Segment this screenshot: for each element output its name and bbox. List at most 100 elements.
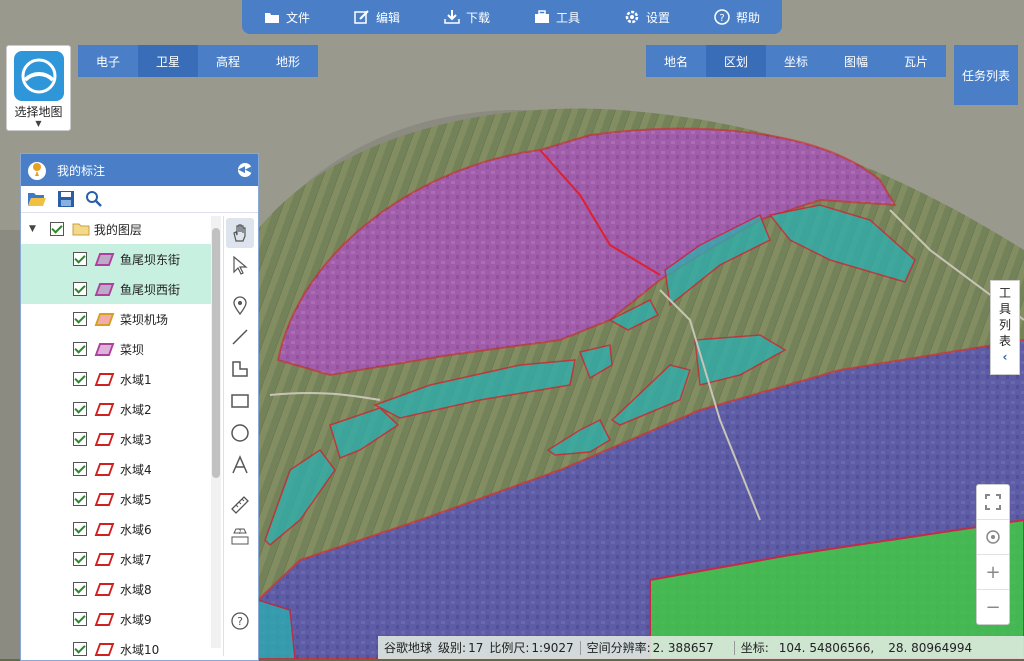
layer-checkbox[interactable] <box>73 492 87 506</box>
layer-checkbox[interactable] <box>73 372 87 386</box>
layer-checkbox[interactable] <box>73 252 87 266</box>
pointer-icon <box>233 255 248 275</box>
svg-text:?: ? <box>237 615 243 628</box>
tools-menu-button[interactable]: 工具 <box>528 9 586 26</box>
area-measure-icon: ? <box>231 528 249 545</box>
latitude-value: 28. 80964994 <box>888 640 973 655</box>
checkbox-root[interactable] <box>49 222 64 236</box>
tool-list-char-3: 列 <box>998 318 1011 332</box>
marker-globe-icon <box>28 162 46 180</box>
fullscreen-button[interactable] <box>977 485 1009 520</box>
tab-map-sheets[interactable]: 图幅 <box>826 45 886 77</box>
tool-list-char-1: 工 <box>998 286 1011 300</box>
layer-item[interactable]: 水域1 <box>21 364 221 394</box>
edit-menu-button[interactable]: 编辑 <box>348 9 406 26</box>
layer-checkbox[interactable] <box>73 582 87 596</box>
layer-item[interactable]: 菜坝 <box>21 334 221 364</box>
layer-item[interactable]: 水域3 <box>21 424 221 454</box>
task-list-button[interactable]: 任务列表 <box>954 45 1018 105</box>
open-folder-icon[interactable] <box>27 190 47 208</box>
tree-root-label: 我的图层 <box>93 222 142 237</box>
layer-label: 水域8 <box>120 582 152 597</box>
layer-label: 水域7 <box>120 552 152 567</box>
rectangle-icon <box>231 394 249 408</box>
tab-terrain[interactable]: 地形 <box>258 45 318 77</box>
line-tool[interactable] <box>226 322 254 352</box>
zoom-in-button[interactable]: + <box>977 555 1009 590</box>
zoom-out-button[interactable]: − <box>977 590 1009 624</box>
settings-menu-button[interactable]: 设置 <box>618 9 676 26</box>
layer-label: 水域9 <box>120 612 152 627</box>
file-menu-button[interactable]: 文件 <box>258 9 316 26</box>
text-tool[interactable] <box>226 450 254 480</box>
help-label: 帮助 <box>735 10 760 25</box>
save-icon[interactable] <box>57 190 75 208</box>
tab-place-names[interactable]: 地名 <box>646 45 706 77</box>
help-menu-button[interactable]: ? 帮助 <box>708 9 766 26</box>
layer-checkbox[interactable] <box>73 522 87 536</box>
select-pointer-tool[interactable] <box>226 250 254 280</box>
svg-text:?: ? <box>719 13 724 24</box>
layer-item[interactable]: 水域10 <box>21 634 221 660</box>
polygon-layer-icon <box>94 312 115 326</box>
tab-tiles[interactable]: 瓦片 <box>886 45 946 77</box>
point-marker-tool[interactable] <box>226 290 254 320</box>
layer-checkbox[interactable] <box>73 432 87 446</box>
layer-item[interactable]: 鱼尾坝东街 <box>21 244 221 274</box>
download-icon <box>444 10 460 24</box>
layer-checkbox[interactable] <box>73 342 87 356</box>
layer-checkbox[interactable] <box>73 462 87 476</box>
layer-item[interactable]: 菜坝机场 <box>21 304 221 334</box>
tab-districts[interactable]: 区划 <box>706 45 766 77</box>
polygon-layer-icon <box>94 612 115 626</box>
tree-root[interactable]: ▼ 我的图层 <box>21 214 221 244</box>
polygon-icon <box>232 361 248 377</box>
layer-checkbox[interactable] <box>73 312 87 326</box>
download-menu-button[interactable]: 下载 <box>438 9 496 26</box>
layer-checkbox[interactable] <box>73 402 87 416</box>
polygon-tool[interactable] <box>226 354 254 384</box>
folder-icon <box>72 223 90 236</box>
tab-elevation[interactable]: 高程 <box>198 45 258 77</box>
tool-list-char-4: 表 <box>998 334 1011 348</box>
layer-item[interactable]: 水域2 <box>21 394 221 424</box>
layer-label: 水域3 <box>120 432 152 447</box>
layer-checkbox[interactable] <box>73 552 87 566</box>
layer-label: 水域2 <box>120 402 152 417</box>
status-bar: 谷歌地球 级别: 17 比例尺: 1:9027 空间分辨率: 2. 388657 坐标… <box>378 636 1024 659</box>
svg-text:?: ? <box>238 529 241 536</box>
collapse-panel-icon[interactable]: ◀◀ <box>238 163 252 177</box>
text-a-icon <box>232 455 248 474</box>
tab-electronic[interactable]: 电子 <box>78 45 138 77</box>
layer-checkbox[interactable] <box>73 282 87 296</box>
polygon-layer-icon <box>94 432 115 446</box>
map-selector[interactable]: 选择地图 ▼ <box>6 45 71 131</box>
rectangle-tool[interactable] <box>226 386 254 416</box>
measure-area-tool[interactable]: ? <box>226 522 254 552</box>
line-icon <box>232 329 248 345</box>
layer-item[interactable]: 水域5 <box>21 484 221 514</box>
pan-hand-tool[interactable] <box>226 218 254 248</box>
tab-coordinates[interactable]: 坐标 <box>766 45 826 77</box>
scrollbar-thumb[interactable] <box>212 228 220 478</box>
circle-tool[interactable] <box>226 418 254 448</box>
tab-satellite[interactable]: 卫星 <box>138 45 198 77</box>
layer-item[interactable]: 水域9 <box>21 604 221 634</box>
layer-checkbox[interactable] <box>73 642 87 656</box>
layer-item[interactable]: 水域7 <box>21 544 221 574</box>
gear-icon <box>625 10 639 24</box>
layer-checkbox[interactable] <box>73 612 87 626</box>
layer-item[interactable]: 鱼尾坝西街 <box>21 274 221 304</box>
layer-item[interactable]: 水域4 <box>21 454 221 484</box>
layer-item[interactable]: 水域8 <box>21 574 221 604</box>
tool-list-tab[interactable]: 工 具 列 表 ‹ <box>990 280 1020 375</box>
panel-scrollbar[interactable] <box>211 216 221 648</box>
layer-item[interactable]: 水域6 <box>21 514 221 544</box>
tool-help[interactable]: ? <box>226 606 254 636</box>
measure-ruler-tool[interactable] <box>226 490 254 520</box>
folder-icon <box>264 13 279 23</box>
top-toolbar: 文件 编辑 下载 工具 设置 ? 帮助 <box>242 0 782 34</box>
expand-arrow-icon[interactable]: ▼ <box>29 224 36 234</box>
search-icon[interactable] <box>85 190 103 208</box>
locate-button[interactable] <box>977 520 1009 555</box>
